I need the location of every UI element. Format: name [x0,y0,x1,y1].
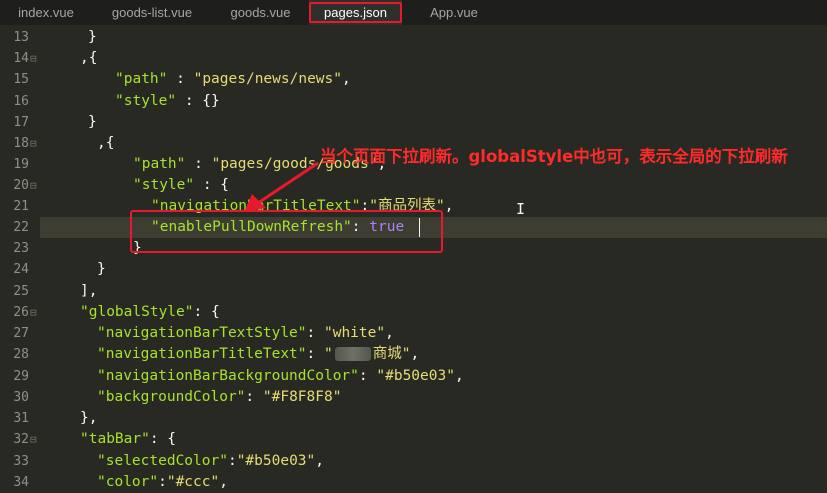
annotation-arrow-icon [244,161,319,212]
annotation-text: 当个页面下拉刷新。globalStyle中也可，表示全局的下拉刷新 [320,147,788,166]
